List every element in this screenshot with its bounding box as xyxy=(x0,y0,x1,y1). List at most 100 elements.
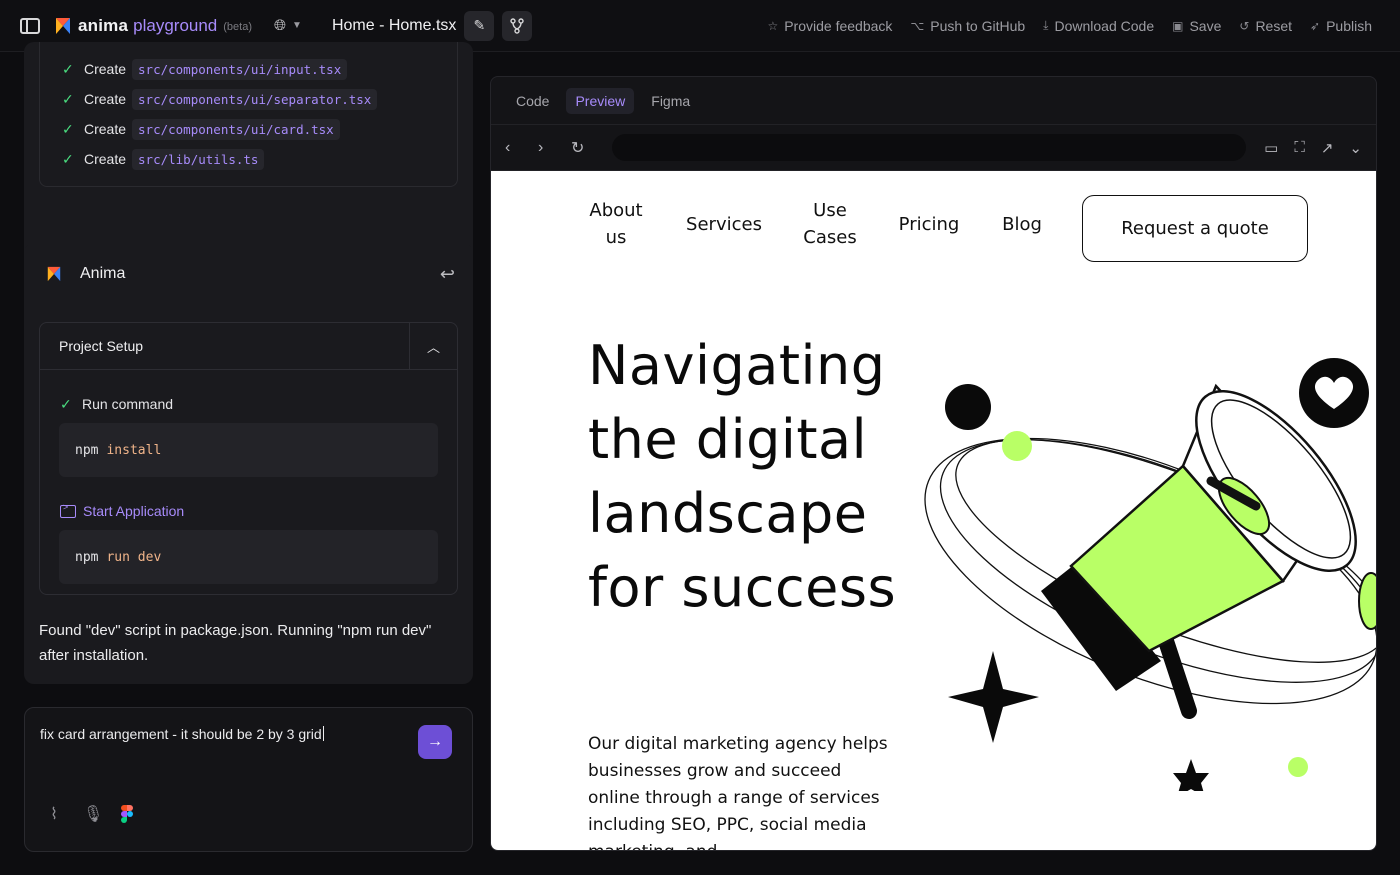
chevron-down-icon: ▼ xyxy=(292,20,302,31)
open-external-icon[interactable]: ↗ xyxy=(1321,139,1334,157)
url-input[interactable] xyxy=(612,134,1246,161)
prompt-input[interactable]: fix card arrangement - it should be 2 by… xyxy=(40,726,324,742)
assistant-name: Anima xyxy=(80,265,126,282)
collapse-button[interactable]: ︿ xyxy=(409,323,457,369)
file-changes-list: ✓ Create src/components/ui/input.tsx ✓ C… xyxy=(39,42,458,187)
action-label: Save xyxy=(1189,17,1222,34)
file-title: Home - Home.tsx xyxy=(331,16,457,34)
tab-figma[interactable]: Figma xyxy=(642,88,699,114)
star-icon: ☆ xyxy=(767,18,779,33)
nav-pricing[interactable]: Pricing xyxy=(896,211,962,238)
dot-lime xyxy=(1002,431,1032,461)
chevron-down-icon[interactable]: ⌄ xyxy=(1349,139,1362,157)
text-caret xyxy=(322,726,324,741)
list-item: ✓ Create src/components/ui/card.tsx xyxy=(40,114,457,144)
tab-code[interactable]: Code xyxy=(507,88,558,114)
anima-logo-icon xyxy=(56,17,70,34)
dot-lime-small xyxy=(1288,757,1308,777)
anima-message-card: Anima ↩ Project Setup ︿ ✓ Run command np… xyxy=(24,243,473,684)
step-label: Run command xyxy=(82,396,174,412)
hero-title: Navigating the digital landscape for suc… xyxy=(588,334,897,619)
list-item: ✓ Create src/components/ui/separator.tsx xyxy=(40,84,457,114)
branch-icon xyxy=(510,17,525,34)
nav-use-cases[interactable]: Use Cases xyxy=(802,197,858,251)
save-icon: ▣ xyxy=(1172,18,1184,33)
assistant-message: Found "dev" script in package.json. Runn… xyxy=(39,622,432,664)
nav-about-us[interactable]: About us xyxy=(588,197,644,251)
action-label: Download Code xyxy=(1054,17,1155,34)
file-action: Create xyxy=(84,121,127,137)
send-button[interactable]: → xyxy=(418,725,452,759)
site-nav: About us Services Use Cases Pricing Blog xyxy=(588,197,1044,251)
command-block: npm run dev xyxy=(59,530,438,584)
anima-header: Anima ↩ xyxy=(24,243,473,305)
file-action: Create xyxy=(84,151,127,167)
action-label: Publish xyxy=(1326,17,1372,34)
nav-services[interactable]: Services xyxy=(684,211,764,238)
file-path: src/components/ui/separator.tsx xyxy=(132,88,378,110)
brand-name: anima xyxy=(78,15,129,35)
back-icon[interactable]: ‹ xyxy=(505,139,538,157)
nav-blog[interactable]: Blog xyxy=(1000,211,1044,238)
dot-black xyxy=(945,384,991,430)
download-code-button[interactable]: ⤓ Download Code xyxy=(1043,18,1154,34)
command-block: npm install xyxy=(59,423,438,477)
megaphone-illustration xyxy=(924,358,1376,791)
github-icon: ⌥ xyxy=(910,18,925,33)
microphone-icon[interactable]: 🎙︎ xyxy=(83,804,103,824)
paperclip-icon[interactable]: ⌇ xyxy=(45,804,63,824)
publish-button[interactable]: ➶ Publish xyxy=(1310,18,1372,34)
globe-icon: 🌐︎ xyxy=(274,17,287,34)
rocket-icon: ➶ xyxy=(1310,18,1321,33)
push-to-github-button[interactable]: ⌥ Push to GitHub xyxy=(910,18,1025,34)
check-icon: ✓ xyxy=(60,395,72,412)
file-path: src/components/ui/card.tsx xyxy=(132,118,340,140)
request-quote-button[interactable]: Request a quote xyxy=(1082,195,1308,262)
check-icon: ✓ xyxy=(62,90,74,107)
chevron-up-icon: ︿ xyxy=(426,339,440,355)
action-label: Reset xyxy=(1255,17,1293,34)
refresh-icon[interactable]: ↻ xyxy=(571,138,604,158)
undo-icon[interactable]: ↩ xyxy=(440,264,455,285)
anima-logo-icon xyxy=(47,266,61,282)
project-setup-header[interactable]: Project Setup ︿ xyxy=(40,323,457,370)
file-action: Create xyxy=(84,61,127,77)
forward-icon[interactable]: › xyxy=(538,139,571,157)
action-label: Push to GitHub xyxy=(930,17,1026,34)
visibility-dropdown[interactable]: 🌐︎ ▼ xyxy=(274,17,302,34)
reset-icon: ↺ xyxy=(1239,18,1250,33)
check-icon: ✓ xyxy=(62,60,74,77)
branch-button[interactable] xyxy=(502,10,533,41)
sparkle-star-icon xyxy=(948,651,1039,743)
small-star-icon xyxy=(1173,759,1209,791)
fullscreen-icon[interactable]: ⛶ xyxy=(1294,139,1305,156)
project-setup-panel: Project Setup ︿ ✓ Run command npm instal… xyxy=(39,322,458,595)
browser-toolbar: ‹ › ↻ ▭ ⛶ ↗ ⌄ xyxy=(491,125,1376,171)
responsive-view-icon[interactable]: ▭ xyxy=(1264,139,1278,157)
step-run-command: ✓ Run command xyxy=(40,394,457,414)
command-text: npm xyxy=(75,442,99,458)
pencil-icon: ✎ xyxy=(473,17,486,33)
provide-feedback-button[interactable]: ☆ Provide feedback xyxy=(767,18,892,34)
prompt-input-card[interactable]: fix card arrangement - it should be 2 by… xyxy=(24,707,473,852)
save-button[interactable]: ▣ Save xyxy=(1172,18,1221,34)
sidebar-toggle-icon[interactable] xyxy=(20,17,40,34)
list-item: ✓ Create src/lib/utils.ts xyxy=(40,144,457,174)
command-args: run dev xyxy=(106,549,162,565)
view-tabs: Code Preview Figma xyxy=(491,77,1376,125)
reset-button[interactable]: ↺ Reset xyxy=(1239,18,1292,34)
figma-icon[interactable] xyxy=(121,805,133,823)
project-setup-title: Project Setup xyxy=(59,338,144,354)
prompt-text: fix card arrangement - it should be 2 by… xyxy=(40,726,322,742)
tab-preview[interactable]: Preview xyxy=(566,87,635,114)
beta-badge: (beta) xyxy=(223,20,253,33)
list-item: ✓ Create src/components/ui/input.tsx xyxy=(40,54,457,84)
command-text: npm xyxy=(75,549,99,565)
file-path: src/lib/utils.ts xyxy=(132,148,265,170)
preview-panel: Code Preview Figma ‹ › ↻ ▭ ⛶ ↗ ⌄ About u… xyxy=(490,76,1377,851)
arrow-right-icon: → xyxy=(427,733,443,750)
edit-button[interactable]: ✎ xyxy=(464,10,495,41)
file-action: Create xyxy=(84,91,127,107)
step-start-application[interactable]: Start Application xyxy=(40,501,457,521)
terminal-icon xyxy=(60,502,76,518)
